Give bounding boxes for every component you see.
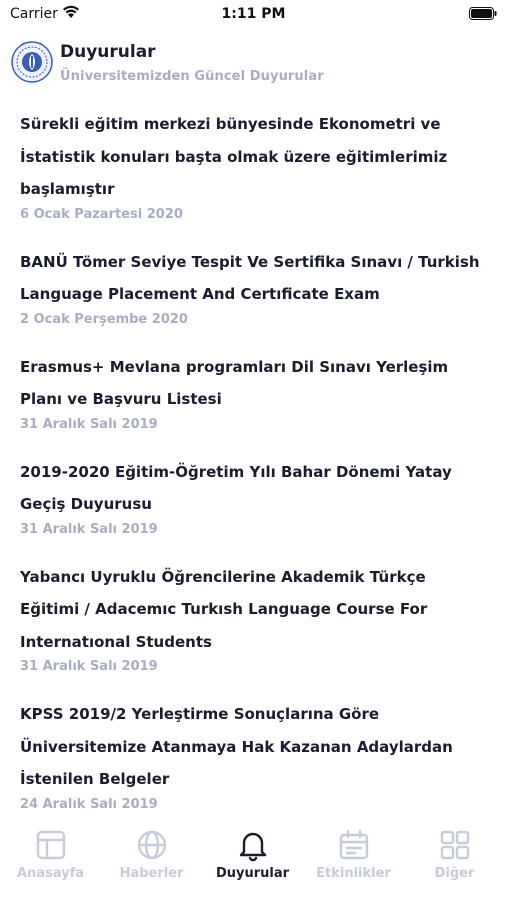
tab-anasayfa[interactable]: Anasayfa [0,828,101,881]
announcement-item[interactable]: 2019-2020 Eğitim-Öğretim Yılı Bahar Döne… [20,456,490,539]
announcement-item[interactable]: Sürekli eğitim merkezi bünyesinde Ekonom… [20,108,490,224]
tab-duyurular[interactable]: Duyurular [202,828,303,881]
tab-label: Anasayfa [16,866,85,881]
announcement-title: Erasmus+ Mevlana programları Dil Sınavı … [20,357,449,409]
announcement-title: 2019-2020 Eğitim-Öğretim Yılı Bahar Döne… [20,462,452,514]
tab-bar: Anasayfa Haberler Duyurular Etkinlikler [0,824,507,900]
announcement-title: BANÜ Tömer Seviye Tespit Ve Sertifika Sı… [20,252,480,304]
announcement-title: KPSS 2019/2 Yerleştirme Sonuçlarına Göre… [20,705,453,788]
layout-icon [36,830,65,860]
announcement-date: 31 Aralık Salı 2019 [20,416,158,432]
tab-haberler[interactable]: Haberler [101,828,202,881]
tab-label: Haberler [119,866,184,881]
status-bar: Carrier 1:11 PM [0,0,507,30]
tab-diger[interactable]: Diğer [404,828,505,881]
page-header: Duyurular Üniversitemizden Güncel Duyuru… [10,40,490,90]
announcement-date: 6 Ocak Pazartesi 2020 [20,206,183,222]
announcement-list: Sürekli eğitim merkezi bünyesinde Ekonom… [20,108,490,825]
tab-label: Duyurular [215,866,290,881]
grid-icon [440,830,469,860]
announcement-date: 31 Aralık Salı 2019 [20,659,158,674]
battery-icon [469,7,497,20]
page-subtitle: Üniversitemizden Güncel Duyurular [60,69,324,84]
bell-icon [239,832,266,862]
tab-label: Etkinlikler [316,866,391,881]
page-title: Duyurular [60,42,156,62]
announcement-date: 31 Aralık Salı 2019 [20,521,158,537]
tab-etkinlikler[interactable]: Etkinlikler [303,828,404,881]
announcement-item[interactable]: BANÜ Tömer Seviye Tespit Ve Sertifika Sı… [20,246,490,329]
announcement-item[interactable]: Yabancı Uyruklu Öğrencilerine Akademik T… [20,561,490,677]
globe-icon [137,830,166,860]
calendar-icon [339,829,368,860]
announcement-item[interactable]: KPSS 2019/2 Yerleştirme Sonuçlarına Göre… [20,698,490,814]
announcement-date: 2 Ocak Perşembe 2020 [20,311,188,327]
announcement-title: Yabancı Uyruklu Öğrencilerine Akademik T… [20,567,428,651]
status-time: 1:11 PM [221,6,286,22]
announcement-date: 24 Aralık Salı 2019 [20,796,158,812]
university-logo [11,41,53,83]
tab-label: Diğer [434,866,475,881]
announcement-item[interactable]: Erasmus+ Mevlana programları Dil Sınavı … [20,351,490,434]
announcement-title: Sürekli eğitim merkezi bünyesinde Ekonom… [20,115,448,198]
